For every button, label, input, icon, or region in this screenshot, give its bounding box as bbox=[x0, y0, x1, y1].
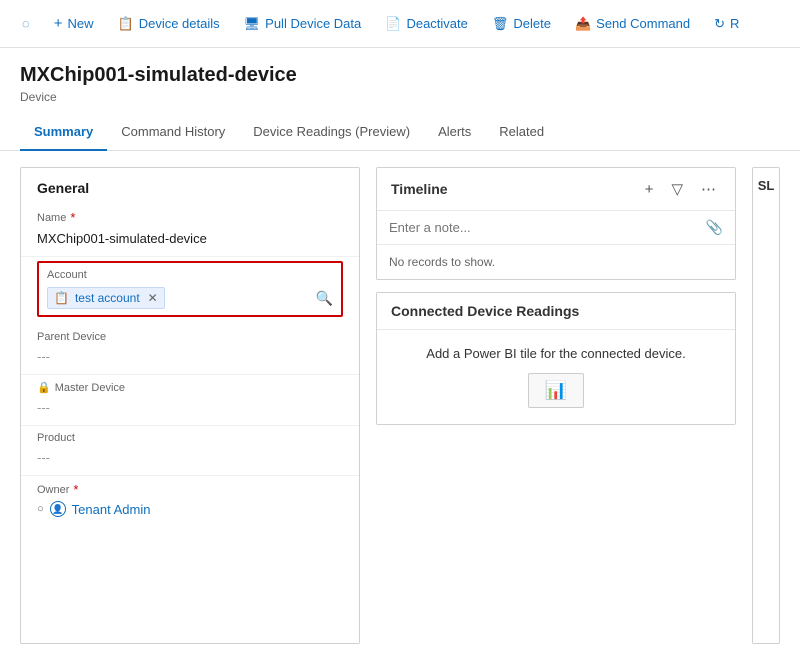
parent-device-field-row: Parent Device --- bbox=[21, 325, 359, 375]
owner-label: Owner * bbox=[37, 482, 343, 497]
product-value: --- bbox=[37, 448, 343, 469]
product-label: Product bbox=[37, 432, 343, 444]
power-bi-icon: 📊 bbox=[545, 380, 567, 401]
connected-readings-title: Connected Device Readings bbox=[377, 293, 735, 330]
parent-device-label: Parent Device bbox=[37, 331, 343, 343]
connected-readings-description: Add a Power BI tile for the connected de… bbox=[391, 346, 721, 361]
tab-alerts[interactable]: Alerts bbox=[424, 114, 485, 151]
timeline-add-button[interactable]: + bbox=[640, 179, 659, 200]
timeline-actions: + ▽ ⋯ bbox=[640, 178, 721, 200]
page-title: MXChip001-simulated-device bbox=[20, 62, 780, 88]
timeline-add-icon: + bbox=[645, 181, 654, 198]
deactivate-button[interactable]: 📄 Deactivate bbox=[375, 10, 478, 38]
back-button[interactable]: ◌ bbox=[12, 10, 40, 37]
connected-readings-body: Add a Power BI tile for the connected de… bbox=[377, 330, 735, 424]
account-chip[interactable]: 📋 test account ✕ bbox=[47, 287, 165, 309]
back-icon: ◌ bbox=[22, 16, 30, 31]
name-value: MXChip001-simulated-device bbox=[37, 229, 343, 250]
timeline-title: Timeline bbox=[391, 181, 640, 197]
send-command-button[interactable]: 📤 Send Command bbox=[565, 10, 700, 38]
owner-required-indicator: * bbox=[73, 482, 78, 497]
timeline-input-area: 📎 bbox=[377, 211, 735, 245]
sl-panel: SL bbox=[752, 167, 780, 644]
parent-device-value: --- bbox=[37, 347, 343, 368]
account-search-icon[interactable]: 🔍 bbox=[316, 290, 333, 307]
account-chip-text: test account bbox=[75, 291, 140, 305]
delete-icon: 🗑 bbox=[492, 16, 509, 32]
timeline-more-button[interactable]: ⋯ bbox=[696, 178, 721, 200]
plus-icon: + bbox=[54, 15, 63, 32]
product-field-row: Product --- bbox=[21, 426, 359, 476]
refresh-icon: ↻ bbox=[714, 16, 725, 32]
refresh-button[interactable]: ↻ R bbox=[704, 10, 749, 38]
name-field-row: Name * MXChip001-simulated-device bbox=[21, 204, 359, 257]
toolbar: ◌ + New 📋 Device details 🖥 Pull Device D… bbox=[0, 0, 800, 48]
master-device-label: 🔒 Master Device bbox=[37, 381, 343, 394]
owner-value[interactable]: ○ 👤 Tenant Admin bbox=[37, 501, 343, 517]
timeline-empty-message: No records to show. bbox=[377, 245, 735, 279]
connected-device-readings-panel: Connected Device Readings Add a Power BI… bbox=[376, 292, 736, 425]
timeline-filter-icon: ▽ bbox=[671, 181, 683, 198]
account-chip-icon: 📋 bbox=[54, 291, 69, 305]
timeline-panel: Timeline + ▽ ⋯ 📎 No records to show bbox=[376, 167, 736, 280]
owner-avatar: 👤 bbox=[50, 501, 66, 517]
tabs-bar: Summary Command History Device Readings … bbox=[0, 114, 800, 151]
account-field-wrapper: Account 📋 test account ✕ 🔍 bbox=[37, 261, 343, 317]
right-panels: Timeline + ▽ ⋯ 📎 No records to show bbox=[376, 167, 736, 644]
device-details-button[interactable]: 📋 Device details bbox=[108, 10, 230, 38]
general-section-header: General bbox=[21, 168, 359, 204]
master-device-field-row: 🔒 Master Device --- bbox=[21, 375, 359, 426]
page-subtitle: Device bbox=[20, 90, 780, 104]
owner-circle-icon: ○ bbox=[37, 503, 44, 515]
tab-related[interactable]: Related bbox=[485, 114, 558, 151]
device-details-icon: 📋 bbox=[118, 16, 134, 32]
timeline-more-icon: ⋯ bbox=[701, 181, 716, 198]
attachment-icon: 📎 bbox=[706, 219, 723, 236]
lock-icon: 🔒 bbox=[37, 381, 51, 394]
timeline-filter-button[interactable]: ▽ bbox=[666, 178, 688, 200]
main-content: General Name * MXChip001-simulated-devic… bbox=[0, 151, 800, 660]
pull-device-data-button[interactable]: 🖥 Pull Device Data bbox=[234, 10, 372, 38]
name-required-indicator: * bbox=[70, 210, 75, 225]
tab-device-readings[interactable]: Device Readings (Preview) bbox=[239, 114, 424, 151]
sl-panel-header: SL bbox=[753, 168, 779, 203]
timeline-header: Timeline + ▽ ⋯ bbox=[377, 168, 735, 211]
name-label: Name * bbox=[37, 210, 343, 225]
account-label: Account bbox=[47, 269, 333, 281]
master-device-value: --- bbox=[37, 398, 343, 419]
power-bi-button[interactable]: 📊 bbox=[528, 373, 584, 408]
tab-summary[interactable]: Summary bbox=[20, 114, 107, 151]
page-header: MXChip001-simulated-device Device bbox=[0, 48, 800, 104]
account-chip-remove-button[interactable]: ✕ bbox=[148, 291, 158, 305]
timeline-note-input[interactable] bbox=[389, 220, 706, 235]
delete-button[interactable]: 🗑 Delete bbox=[482, 10, 561, 38]
owner-field-row: Owner * ○ 👤 Tenant Admin bbox=[21, 476, 359, 527]
tab-command-history[interactable]: Command History bbox=[107, 114, 239, 151]
pull-data-icon: 🖥 bbox=[244, 16, 261, 32]
general-panel: General Name * MXChip001-simulated-devic… bbox=[20, 167, 360, 644]
deactivate-icon: 📄 bbox=[385, 16, 401, 32]
new-button[interactable]: + New bbox=[44, 9, 104, 38]
send-command-icon: 📤 bbox=[575, 16, 591, 32]
